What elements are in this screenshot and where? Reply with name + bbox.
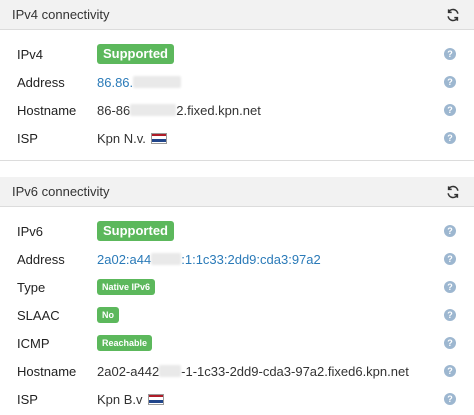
ipv6-address-prefix[interactable]: 2a02:a44 <box>97 252 151 267</box>
ipv4-isp-value: Kpn N.v. <box>97 130 146 146</box>
icmp-badge: Reachable <box>97 335 153 351</box>
ipv6-type-label: Type <box>17 279 46 295</box>
ipv4-hostname-suffix: 2.fixed.kpn.net <box>176 102 261 118</box>
ipv6-slaac-label: SLAAC <box>17 307 60 323</box>
ipv6-icmp-row: ICMP Reachable ? <box>0 329 474 357</box>
help-icon[interactable]: ? <box>444 76 456 88</box>
ipv6-panel-title: IPv6 connectivity <box>12 184 110 199</box>
ipv4-row: IPv4 Supported ? <box>0 40 474 68</box>
help-icon[interactable]: ? <box>444 281 456 293</box>
ipv4-panel-body: IPv4 Supported ? Address 86.86. ? Hostna… <box>0 30 474 160</box>
help-icon[interactable]: ? <box>444 48 456 60</box>
netherlands-flag-icon <box>150 132 167 144</box>
ipv6-panel-body: IPv6 Supported ? Address 2a02:a44 :1:1c33… <box>0 207 474 415</box>
help-icon[interactable]: ? <box>444 365 456 377</box>
refresh-icon[interactable] <box>444 183 462 201</box>
netherlands-flag-icon <box>147 393 164 405</box>
ipv4-panel-title: IPv4 connectivity <box>12 7 110 22</box>
ipv4-panel: IPv4 connectivity IPv4 Supported ? Addre… <box>0 0 474 161</box>
help-icon[interactable]: ? <box>444 132 456 144</box>
ipv6-hostname-prefix: 2a02-a442 <box>97 363 160 379</box>
ipv4-address-link[interactable]: 86.86. <box>97 75 133 90</box>
ipv6-isp-value: Kpn B.v <box>97 391 143 407</box>
ipv6-address-suffix[interactable]: :1:1c33:2dd9:cda3:97a2 <box>181 252 321 267</box>
ipv6-hostname-row: Hostname 2a02-a442 -1-1c33-2dd9-cda3-97a2… <box>0 357 474 385</box>
ipv4-hostname-prefix: 86-86 <box>97 102 131 118</box>
refresh-icon[interactable] <box>444 6 462 24</box>
ipv6-panel: IPv6 connectivity IPv6 Supported ? Addre… <box>0 177 474 415</box>
redacted-blur <box>133 76 182 88</box>
ipv6-isp-label: ISP <box>17 391 38 407</box>
help-icon[interactable]: ? <box>444 337 456 349</box>
slaac-badge: No <box>97 307 119 323</box>
ipv6-hostname-suffix: -1-1c33-2dd9-cda3-97a2.fixed6.kpn.net <box>181 363 409 379</box>
ipv4-isp-label: ISP <box>17 130 38 146</box>
help-icon[interactable]: ? <box>444 104 456 116</box>
ipv4-address-row: Address 86.86. ? <box>0 68 474 96</box>
ipv6-isp-row: ISP Kpn B.v ? <box>0 385 474 413</box>
ipv4-label: IPv4 <box>17 46 44 62</box>
ipv4-supported-badge: Supported <box>97 44 174 64</box>
help-icon[interactable]: ? <box>444 225 456 237</box>
redacted-blur <box>130 104 177 116</box>
ipv6-label: IPv6 <box>17 223 44 239</box>
ipv6-panel-header: IPv6 connectivity <box>0 177 474 207</box>
ipv6-icmp-label: ICMP <box>17 335 50 351</box>
ipv4-address-label: Address <box>17 74 65 90</box>
ipv4-hostname-label: Hostname <box>17 102 77 118</box>
ipv6-row: IPv6 Supported ? <box>0 217 474 245</box>
ipv6-hostname-label: Hostname <box>17 363 77 379</box>
redacted-blur <box>151 253 182 265</box>
ipv6-slaac-row: SLAAC No ? <box>0 301 474 329</box>
native-ipv6-badge: Native IPv6 <box>97 279 156 295</box>
ipv4-isp-row: ISP Kpn N.v. ? <box>0 124 474 152</box>
ipv4-hostname-row: Hostname 86-86 2.fixed.kpn.net ? <box>0 96 474 124</box>
redacted-blur <box>159 365 182 377</box>
help-icon[interactable]: ? <box>444 309 456 321</box>
ipv6-address-label: Address <box>17 251 65 267</box>
help-icon[interactable]: ? <box>444 253 456 265</box>
help-icon[interactable]: ? <box>444 393 456 405</box>
ipv6-supported-badge: Supported <box>97 221 174 241</box>
ipv4-panel-header: IPv4 connectivity <box>0 0 474 30</box>
ipv6-type-row: Type Native IPv6 ? <box>0 273 474 301</box>
ipv6-address-row: Address 2a02:a44 :1:1c33:2dd9:cda3:97a2 ? <box>0 245 474 273</box>
